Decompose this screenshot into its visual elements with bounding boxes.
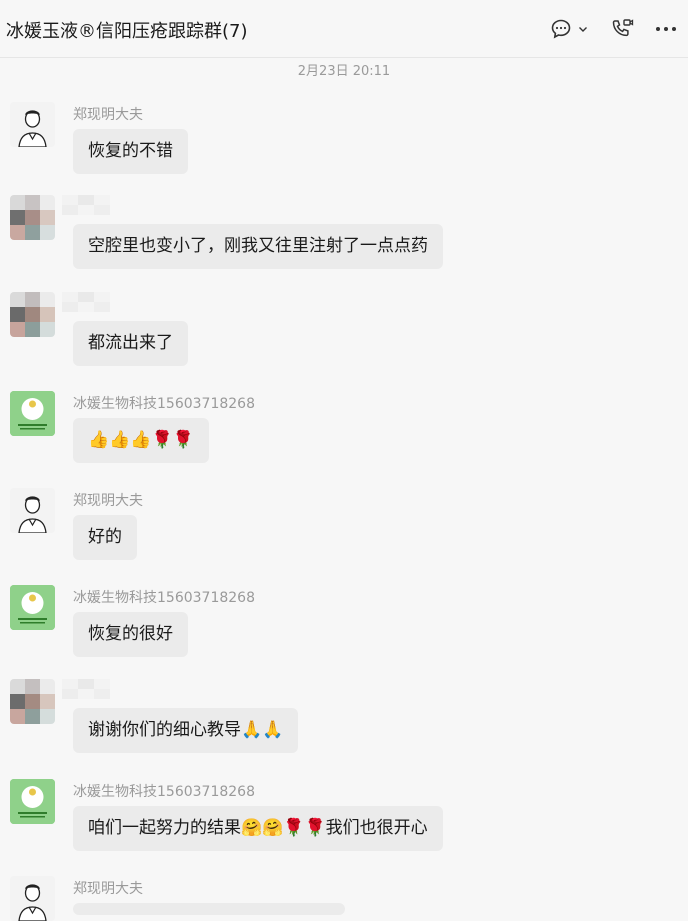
more-icon[interactable]	[652, 14, 680, 44]
message-bubble[interactable]: 👍👍👍🌹🌹	[73, 418, 209, 463]
chat-header: 冰媛玉液®信阳压疮跟踪群(7)	[0, 0, 688, 58]
chat-bubble-icon[interactable]	[548, 14, 574, 44]
avatar[interactable]	[10, 679, 55, 724]
sender-name: 冰媛生物科技15603718268	[73, 590, 255, 606]
chat-title: 冰媛玉液®信阳压疮跟踪群(7)	[6, 21, 248, 42]
avatar[interactable]	[10, 876, 55, 921]
sender-name: 冰媛生物科技15603718268	[73, 784, 255, 800]
sender-name: 郑现明大夫	[73, 493, 143, 509]
blurred-sender-name	[62, 195, 110, 215]
message-bubble[interactable]: 空腔里也变小了，刚我又往里注射了一点点药	[73, 224, 443, 269]
sender-name: 郑现明大夫	[73, 881, 143, 897]
message-bubble[interactable]: 谢谢你们的细心教导🙏🙏	[73, 708, 299, 753]
message-bubble[interactable]: 恢复的很好	[73, 612, 188, 657]
message-bubble[interactable]: 好的	[73, 515, 137, 560]
video-call-icon[interactable]	[608, 14, 636, 44]
avatar[interactable]	[10, 195, 55, 240]
avatar[interactable]	[10, 585, 55, 630]
message-bubble[interactable]: 咱们一起努力的结果🤗🤗🌹🌹我们也很开心	[73, 806, 443, 851]
avatar[interactable]	[10, 391, 55, 436]
avatar[interactable]	[10, 102, 55, 147]
message-bubble[interactable]	[73, 903, 345, 915]
avatar[interactable]	[10, 292, 55, 337]
chevron-down-icon[interactable]	[574, 14, 592, 44]
blurred-sender-name	[62, 292, 110, 312]
sender-name: 冰媛生物科技15603718268	[73, 396, 255, 412]
message-timestamp: 2月23日 20:11	[297, 64, 391, 79]
sender-name: 郑现明大夫	[73, 107, 143, 123]
blurred-sender-name	[62, 679, 110, 699]
avatar[interactable]	[10, 779, 55, 824]
message-bubble[interactable]: 都流出来了	[73, 321, 188, 366]
header-actions	[548, 14, 680, 44]
avatar[interactable]	[10, 488, 55, 533]
message-bubble[interactable]: 恢复的不错	[73, 129, 188, 174]
